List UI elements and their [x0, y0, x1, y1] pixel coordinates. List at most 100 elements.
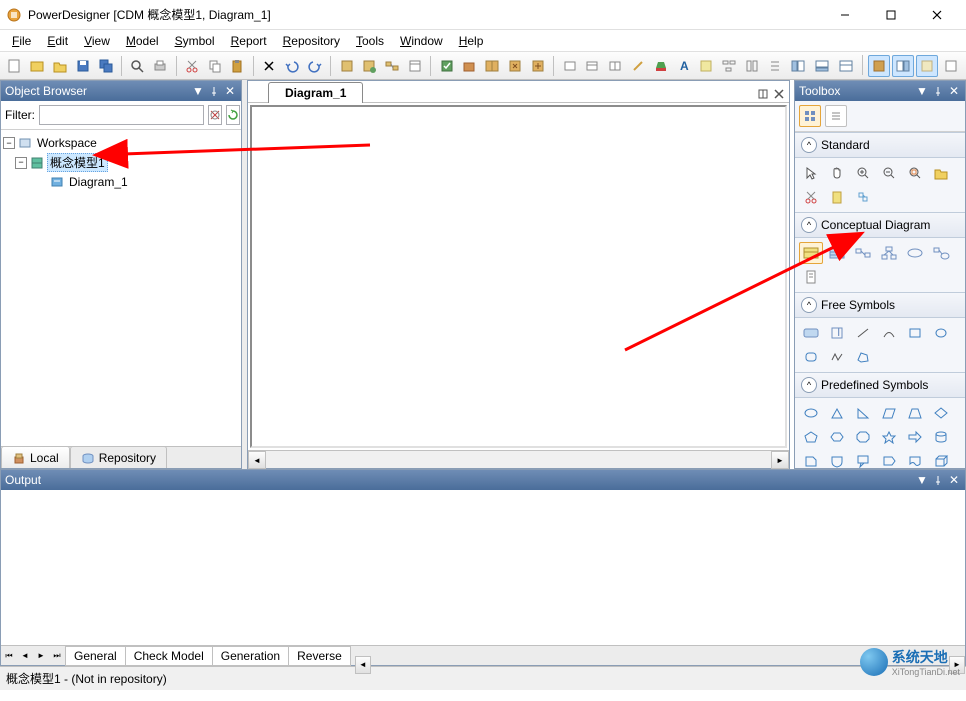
new-project-icon[interactable] [27, 55, 48, 77]
collapse-up-icon[interactable]: ^ [801, 137, 817, 153]
open-diagram-icon[interactable] [929, 162, 953, 184]
ellipse-tool-icon[interactable] [929, 322, 953, 344]
shape-trapezoid-icon[interactable] [903, 402, 927, 424]
shape-callout-icon[interactable] [851, 450, 875, 468]
open-icon[interactable] [50, 55, 71, 77]
menu-tools[interactable]: Tools [348, 32, 392, 50]
minimize-button[interactable] [822, 0, 868, 30]
paste-icon[interactable] [227, 55, 248, 77]
tool-2-icon[interactable] [359, 55, 380, 77]
entity-attr-tool-icon[interactable] [825, 242, 849, 264]
menu-window[interactable]: Window [392, 32, 451, 50]
shape-flag-icon[interactable] [877, 450, 901, 468]
rect-tool-icon[interactable] [903, 322, 927, 344]
section-conceptual[interactable]: ^ Conceptual Diagram [795, 212, 965, 238]
pin-icon[interactable] [207, 84, 221, 98]
cut-tool-icon[interactable] [799, 186, 823, 208]
collapse-up-icon[interactable]: ^ [801, 217, 817, 233]
collapse-icon[interactable]: − [15, 157, 27, 169]
menu-help[interactable]: Help [451, 32, 492, 50]
compare-icon[interactable] [482, 55, 503, 77]
title-tool-icon[interactable] [799, 322, 823, 344]
display-1-icon[interactable] [559, 55, 580, 77]
shape-octagon-icon[interactable] [851, 426, 875, 448]
output-tab-generation[interactable]: Generation [212, 646, 289, 666]
inheritance-tool-icon[interactable] [877, 242, 901, 264]
close-button[interactable] [914, 0, 960, 30]
close-panel-icon[interactable]: ✕ [223, 84, 237, 98]
polygon-tool-icon[interactable] [851, 346, 875, 368]
collapse-up-icon[interactable]: ^ [801, 297, 817, 313]
zoom-in-icon[interactable] [851, 162, 875, 184]
close-panel-icon[interactable]: ✕ [947, 84, 961, 98]
shape-shield-icon[interactable] [825, 450, 849, 468]
close-diagram-icon[interactable] [773, 88, 785, 100]
tab-nav-first-icon[interactable]: ⏮ [1, 651, 17, 661]
view-diagram-icon[interactable] [940, 55, 962, 77]
layout-3-icon[interactable] [764, 55, 785, 77]
grabber-tool-icon[interactable] [825, 162, 849, 184]
tree-view[interactable]: − Workspace − 概念模型1 Diagram_1 [1, 130, 241, 446]
collapse-up-icon[interactable]: ^ [801, 377, 817, 393]
shape-cylinder-icon[interactable] [929, 426, 953, 448]
display-3-icon[interactable] [605, 55, 626, 77]
scroll-left-icon[interactable]: ◄ [248, 451, 266, 469]
view-result-icon[interactable] [835, 55, 857, 77]
zoom-out-icon[interactable] [877, 162, 901, 184]
horizontal-scrollbar[interactable]: ◄ ► [248, 450, 789, 468]
menu-view[interactable]: View [76, 32, 118, 50]
dropdown-icon[interactable]: ▼ [191, 84, 205, 98]
shape-parallelogram-icon[interactable] [877, 402, 901, 424]
close-panel-icon[interactable]: ✕ [947, 473, 961, 487]
properties-tool-icon[interactable] [851, 186, 875, 208]
shape-cube-icon[interactable] [929, 450, 953, 468]
menu-symbol[interactable]: Symbol [167, 32, 223, 50]
shape-arrow-right-icon[interactable] [903, 426, 927, 448]
section-free-symbols[interactable]: ^ Free Symbols [795, 292, 965, 318]
tool-3-icon[interactable] [382, 55, 403, 77]
menu-file[interactable]: File [4, 32, 39, 50]
new-icon[interactable] [4, 55, 25, 77]
output-tab-reverse[interactable]: Reverse [288, 646, 351, 666]
cut-icon[interactable] [181, 55, 202, 77]
relationship-tool-icon[interactable] [851, 242, 875, 264]
pin-icon[interactable] [931, 84, 945, 98]
print-icon[interactable] [150, 55, 171, 77]
view-list-icon[interactable] [916, 55, 938, 77]
section-standard[interactable]: ^ Standard [795, 132, 965, 158]
shape-hexagon-icon[interactable] [825, 426, 849, 448]
entity-tool-icon[interactable] [799, 242, 823, 264]
pin-icon[interactable] [931, 473, 945, 487]
dropdown-icon[interactable]: ▼ [915, 84, 929, 98]
output-body[interactable] [1, 490, 965, 645]
tree-diagram[interactable]: Diagram_1 [3, 173, 239, 191]
diagram-tab[interactable]: Diagram_1 [268, 82, 363, 103]
pointer-tool-icon[interactable] [799, 162, 823, 184]
arc-tool-icon[interactable] [877, 322, 901, 344]
shape-triangle-icon[interactable] [825, 402, 849, 424]
tab-nav-last-icon[interactable]: ⏭ [49, 651, 65, 661]
merge-icon[interactable] [505, 55, 526, 77]
shape-star-icon[interactable] [877, 426, 901, 448]
diagram-canvas[interactable] [250, 105, 787, 448]
paste-tool-icon[interactable] [825, 186, 849, 208]
scroll-left-icon[interactable]: ◄ [355, 656, 371, 674]
output-tab-check-model[interactable]: Check Model [125, 646, 213, 666]
restore-window-icon[interactable] [757, 88, 769, 100]
polyline-tool-icon[interactable] [825, 346, 849, 368]
line-tool-icon[interactable] [851, 322, 875, 344]
view-output-icon[interactable] [811, 55, 833, 77]
tab-nav-prev-icon[interactable]: ◄ [17, 651, 33, 660]
edit-text-icon[interactable] [628, 55, 649, 77]
tab-repository[interactable]: Repository [70, 446, 167, 468]
shape-ellipse-icon[interactable] [799, 402, 823, 424]
filter-input[interactable] [39, 105, 204, 125]
view-browser-icon[interactable] [787, 55, 809, 77]
shape-card-icon[interactable] [799, 450, 823, 468]
rounded-rect-tool-icon[interactable] [799, 346, 823, 368]
tree-workspace[interactable]: − Workspace [3, 134, 239, 152]
delete-icon[interactable] [259, 55, 280, 77]
layout-1-icon[interactable] [719, 55, 740, 77]
copy-icon[interactable] [204, 55, 225, 77]
menu-report[interactable]: Report [223, 32, 275, 50]
